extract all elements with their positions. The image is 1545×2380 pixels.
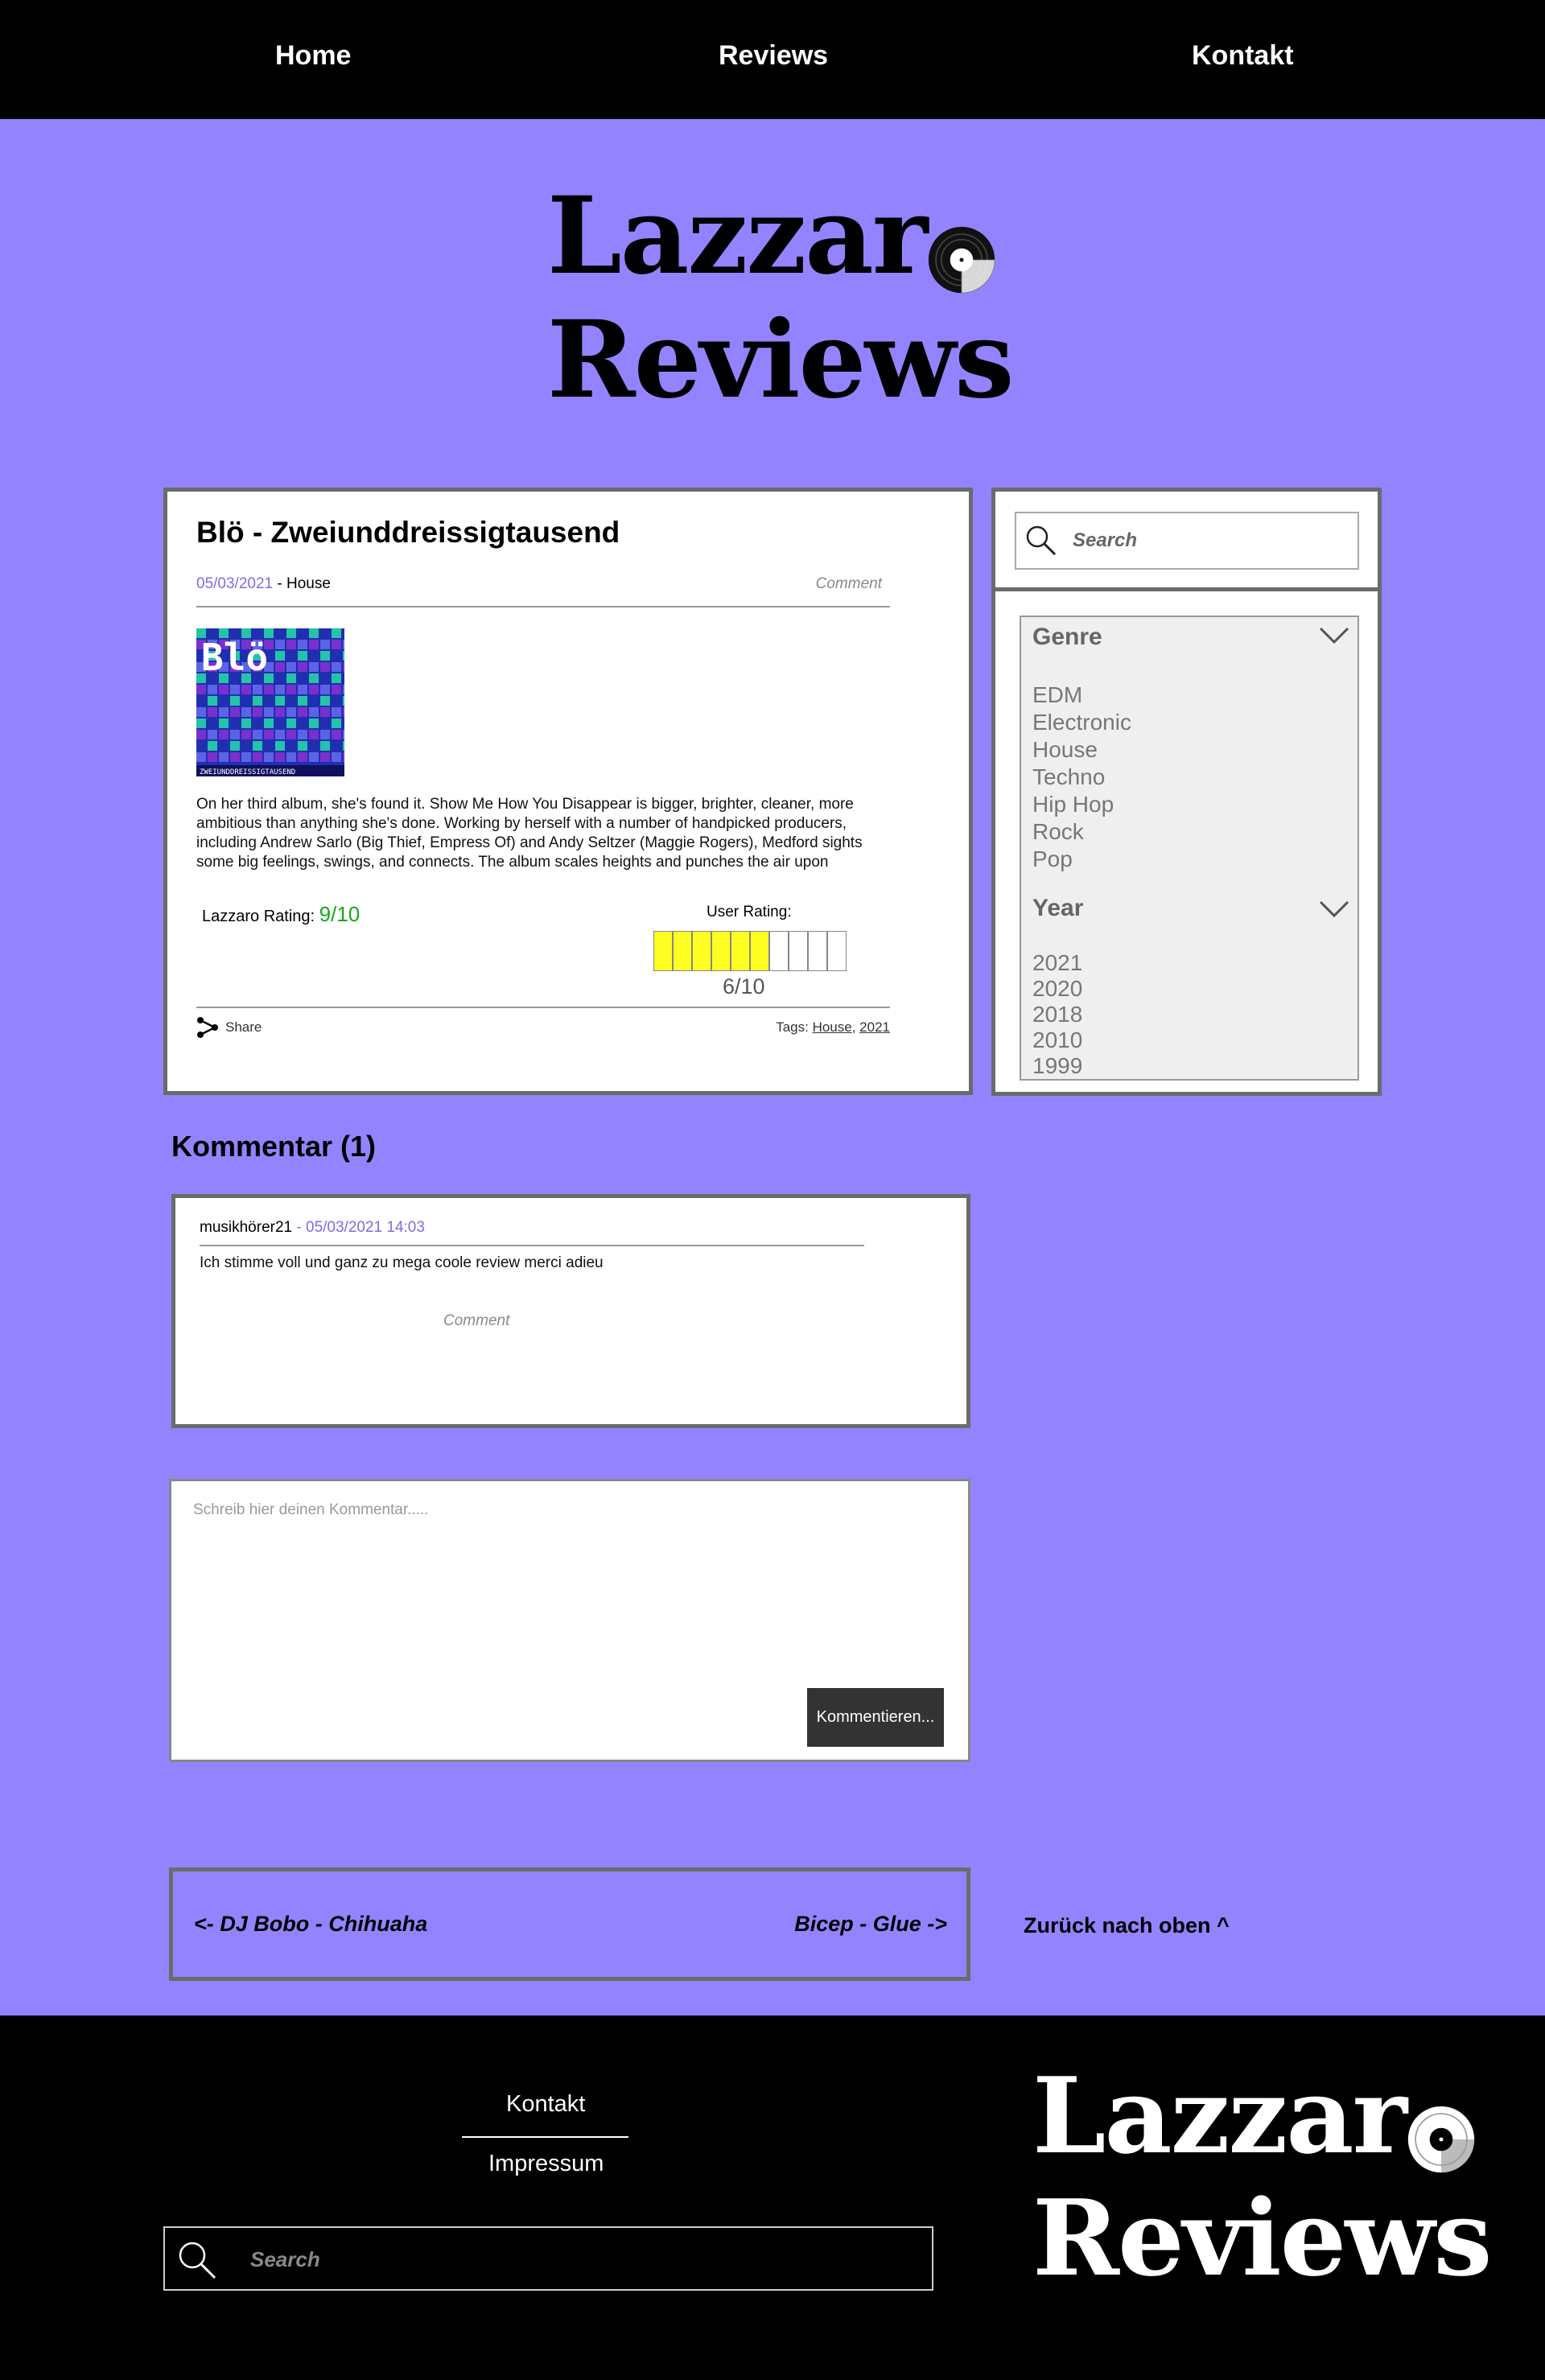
footer-logo[interactable]: Lazzar Reviews [1032, 2064, 1492, 2300]
comment-textarea[interactable] [193, 1501, 941, 1694]
year-option[interactable]: 2020 [1032, 976, 1082, 1002]
rating-box[interactable] [731, 931, 750, 971]
tag-house[interactable]: House [813, 1019, 852, 1035]
rating-box[interactable] [808, 931, 827, 971]
year-list: 2021 2020 2018 2010 1999 [1032, 950, 1082, 1079]
genre-list: EDM Electronic House Techno Hip Hop Rock Pop [1032, 681, 1131, 873]
footer: Kontakt Impressum Lazzar Reviews [0, 2016, 1545, 2380]
footer-logo-line-1: Lazzar [1032, 2054, 1407, 2177]
comment-link[interactable]: Comment [816, 575, 882, 593]
sidebar-search[interactable] [1015, 512, 1359, 570]
year-option[interactable]: 2021 [1032, 950, 1082, 976]
user-rating-label: User Rating: [707, 904, 792, 920]
footer-search[interactable] [163, 2226, 933, 2291]
sidebar-search-card [991, 488, 1382, 591]
rating-box[interactable] [827, 931, 847, 971]
lazzaro-rating: Lazzaro Rating: 9/10 [202, 902, 360, 927]
rating-box[interactable] [673, 931, 692, 971]
genre-option[interactable]: Hip Hop [1032, 791, 1131, 818]
comment-reply-link[interactable]: Comment [443, 1312, 509, 1330]
vinyl-record-icon [1407, 2085, 1475, 2172]
prev-review-link[interactable]: <- DJ Bobo - Chihuaha [194, 1912, 427, 1937]
lazzaro-rating-label: Lazzaro Rating: [202, 908, 319, 925]
share-button[interactable]: Share [196, 1016, 262, 1039]
review-pager: <- DJ Bobo - Chihuaha Bicep - Glue -> [169, 1867, 970, 1981]
share-label: Share [225, 1019, 262, 1035]
next-review-link[interactable]: Bicep - Glue -> [794, 1912, 947, 1937]
genre-option[interactable]: Pop [1032, 846, 1131, 873]
submit-comment-button[interactable]: Kommentieren... [807, 1688, 944, 1747]
review-footer: Share Tags: House, 2021 [196, 1007, 890, 1047]
comment-text: Ich stimme voll und ganz zu mega coole r… [200, 1254, 604, 1271]
filter-panel: Genre EDM Electronic House Techno Hip Hop Roc… [1020, 616, 1359, 1081]
rating-box[interactable] [653, 931, 673, 971]
logo-line-1: Lazzar [547, 174, 928, 299]
cover-caption: ZWEIUNDDREISSIGTAUSEND [200, 768, 295, 776]
rating-box[interactable] [769, 931, 789, 971]
review-card: Blö - Zweiunddreissigtausend 05/03/2021 … [163, 488, 973, 1095]
footer-kontakt-link[interactable]: Kontakt [506, 2091, 585, 2118]
user-rating-score: 6/10 [723, 974, 765, 999]
cover-title: Blö [201, 636, 268, 679]
nav-reviews-link[interactable]: Reviews [719, 40, 828, 72]
footer-impressum-link[interactable]: Impressum [488, 2151, 604, 2177]
review-genre[interactable]: - House [273, 575, 331, 592]
comment-time: 05/03/2021 14:03 [306, 1219, 425, 1236]
comment-card: musikhörer21 - 05/03/2021 14:03 Ich stim… [171, 1194, 970, 1428]
comment-compose: Kommentieren... [169, 1479, 970, 1762]
year-option[interactable]: 2010 [1032, 1027, 1082, 1053]
search-icon [1026, 525, 1057, 556]
genre-option[interactable]: EDM [1032, 681, 1131, 709]
rating-box[interactable] [789, 931, 808, 971]
filter-card: Genre EDM Electronic House Techno Hip Hop Roc… [991, 587, 1382, 1096]
genre-filter-title[interactable]: Genre [1032, 624, 1102, 651]
review-excerpt: On her third album, she's found it. Show… [196, 796, 863, 871]
album-cover: Blö ZWEIUNDDREISSIGTAUSEND [196, 628, 352, 776]
comments-heading: Kommentar (1) [171, 1130, 377, 1163]
tags: Tags: House, 2021 [776, 1019, 890, 1035]
rating-box[interactable] [692, 931, 711, 971]
lazzaro-rating-score: 9/10 [319, 902, 360, 926]
genre-option[interactable]: Electronic [1032, 709, 1131, 736]
comment-user[interactable]: musikhörer21 [200, 1219, 292, 1236]
nav-kontakt-link[interactable]: Kontakt [1192, 40, 1294, 72]
footer-search-input[interactable] [250, 2242, 894, 2276]
logo-line-2: Reviews [547, 298, 1014, 422]
vinyl-record-icon [928, 204, 995, 294]
footer-divider [462, 2136, 628, 2138]
year-option[interactable]: 2018 [1032, 1002, 1082, 1027]
tags-label: Tags: [776, 1019, 813, 1035]
user-rating-boxes[interactable] [653, 931, 847, 971]
review-title: Blö - Zweiunddreissigtausend [196, 516, 620, 549]
year-filter-title[interactable]: Year [1032, 895, 1083, 922]
year-option[interactable]: 1999 [1032, 1053, 1082, 1079]
rating-box[interactable] [711, 931, 731, 971]
genre-option[interactable]: House [1032, 736, 1131, 764]
nav-home-link[interactable]: Home [275, 40, 351, 72]
back-to-top-link[interactable]: Zurück nach oben ^ [1024, 1913, 1230, 1938]
chevron-down-icon[interactable] [1319, 899, 1349, 918]
rating-box[interactable] [750, 931, 769, 971]
tag-2021[interactable]: 2021 [859, 1019, 890, 1035]
genre-option[interactable]: Techno [1032, 764, 1131, 791]
footer-logo-line-2: Reviews [1032, 2176, 1492, 2300]
comment-sep: - [292, 1219, 306, 1236]
top-nav: Home Reviews Kontakt [0, 0, 1545, 119]
comment-header: musikhörer21 - 05/03/2021 14:03 [200, 1219, 864, 1246]
review-meta: 05/03/2021 - House Comment [196, 575, 890, 607]
sidebar-search-input[interactable] [1073, 525, 1346, 557]
share-icon [197, 1017, 218, 1038]
chevron-down-icon[interactable] [1319, 625, 1349, 644]
site-logo[interactable]: Lazzar Reviews [547, 183, 1014, 422]
search-icon [179, 2242, 216, 2279]
review-date[interactable]: 05/03/2021 [196, 575, 273, 592]
genre-option[interactable]: Rock [1032, 818, 1131, 846]
